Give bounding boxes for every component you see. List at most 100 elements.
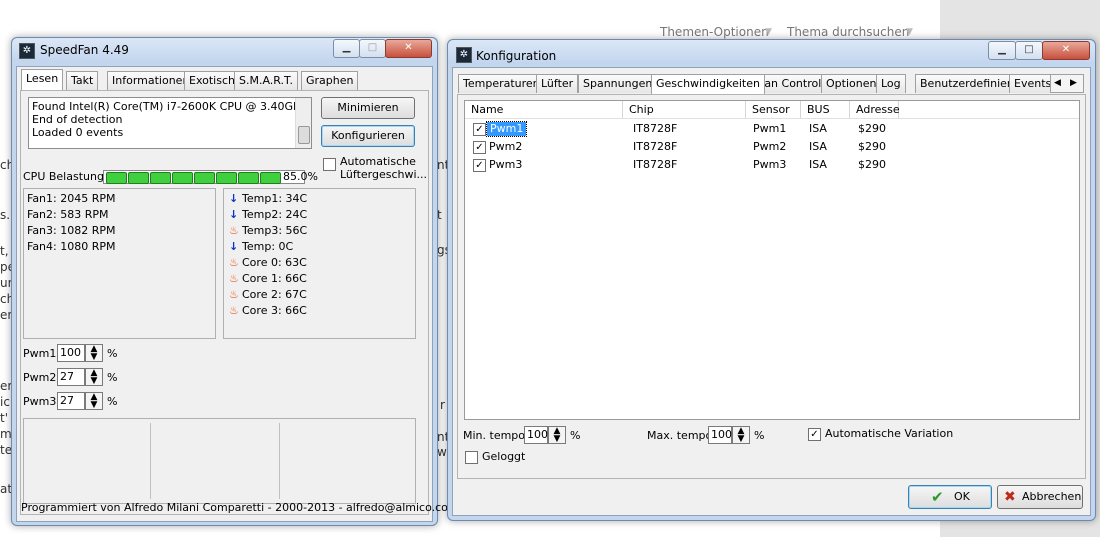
cpu-load-value: 85.0% xyxy=(283,170,318,183)
tab-graphen[interactable]: Graphen xyxy=(301,71,359,90)
pwm-value-input[interactable]: 100 xyxy=(57,344,85,362)
temperature-reading: ♨ Core 1: 66C xyxy=(229,271,307,287)
flame-icon: ♨ xyxy=(229,304,239,317)
row-enabled-checkbox[interactable]: ✓ xyxy=(473,141,486,154)
cpu-load-segment xyxy=(128,172,149,184)
tab-luefter[interactable]: Lüfter xyxy=(536,74,579,93)
browser-top-strip xyxy=(0,0,940,17)
column-header-adresse[interactable]: Adresse xyxy=(850,101,900,118)
max-tempo-input[interactable]: 100 xyxy=(708,426,732,444)
tab-geschwindigkeiten[interactable]: Geschwindigkeiten xyxy=(651,74,765,94)
pwm-spinner[interactable]: ▲ ▼ xyxy=(85,368,103,386)
cpu-load-fill xyxy=(106,172,302,184)
header-divider xyxy=(465,118,1079,119)
config-tab-strip: Temperaturen Lüfter Spannungen Geschwind… xyxy=(458,74,1085,94)
tab-exotisch[interactable]: Exotisch xyxy=(184,71,240,90)
arrow-down-icon: ↓ xyxy=(229,240,239,253)
max-tempo-spinner[interactable]: ▲ ▼ xyxy=(732,426,750,444)
ok-button[interactable]: ✔ OK xyxy=(908,485,992,509)
cpu-load-segment xyxy=(216,172,237,184)
pwm-unit: % xyxy=(107,395,118,408)
column-header-sensor[interactable]: Sensor xyxy=(746,101,801,118)
tab-optionen[interactable]: Optionen xyxy=(821,74,882,93)
cell-addr: $290 xyxy=(858,140,886,153)
table-row[interactable]: ✓ Pwm2 IT8728F Pwm2 ISA $290 xyxy=(465,138,1079,156)
speeds-panel: Name Chip Sensor BUS Adresse ✓ Pwm1 IT8728… xyxy=(457,94,1086,479)
arrow-down-icon: ↓ xyxy=(229,192,239,205)
tab-lesen[interactable]: Lesen xyxy=(21,69,64,90)
pwm-value-input[interactable]: 27 xyxy=(57,368,85,386)
temperature-label: Temp3: 56C xyxy=(242,224,308,237)
minimize-window-button[interactable]: ▁ xyxy=(988,41,1016,60)
column-header-name[interactable]: Name xyxy=(465,101,623,118)
fan-reading: Fan3: 1082 RPM xyxy=(27,224,116,237)
close-window-button[interactable]: ✕ xyxy=(1042,41,1090,60)
cell-chip: IT8728F xyxy=(633,158,678,171)
cpu-load-segment xyxy=(150,172,171,184)
fan-readings-group: Fan1: 2045 RPM Fan2: 583 RPM Fan3: 1082 RP… xyxy=(23,188,216,339)
log-line: Found Intel(R) Core(TM) i7-2600K CPU @ 3… xyxy=(32,100,308,113)
nav-link-thema-durchsuchen[interactable]: Thema durchsuchen xyxy=(787,25,909,39)
tab-takt[interactable]: Takt xyxy=(66,71,99,90)
speedfan-fan-icon: ✲ xyxy=(19,43,35,59)
chevron-right-icon[interactable]: ▶ xyxy=(1070,75,1077,92)
minimize-window-button[interactable]: ▁ xyxy=(333,39,360,58)
temperature-readings-group: ↓ Temp1: 34C ↓ Temp2: 24C ♨ Temp3: 56C ↓ Temp: … xyxy=(223,188,416,339)
speeds-rows: ✓ Pwm1 IT8728F Pwm1 ISA $290 ✓ Pwm2 IT8728F Pwm2 I… xyxy=(465,120,1079,180)
cpu-load-segment xyxy=(194,172,215,184)
graph-area xyxy=(23,418,416,504)
row-enabled-checkbox[interactable]: ✓ xyxy=(473,159,486,172)
column-header-chip[interactable]: Chip xyxy=(623,101,746,118)
cpu-load-segment xyxy=(106,172,127,184)
cancel-button[interactable]: ✖ Abbrechen xyxy=(997,485,1083,509)
min-tempo-spinner[interactable]: ▲ ▼ xyxy=(548,426,566,444)
min-tempo-input[interactable]: 100 xyxy=(524,426,548,444)
maximize-window-button[interactable]: □ xyxy=(1015,41,1043,60)
log-line: End of detection xyxy=(32,113,123,126)
log-textbox[interactable]: Found Intel(R) Core(TM) i7-2600K CPU @ 3… xyxy=(28,97,312,149)
logged-label: Geloggt xyxy=(482,450,526,463)
auto-fan-checkbox[interactable] xyxy=(323,158,336,171)
flame-icon: ♨ xyxy=(229,288,239,301)
minimize-button[interactable]: Minimieren xyxy=(321,97,415,119)
tab-smart[interactable]: S.M.A.R.T. xyxy=(234,71,298,90)
pwm-spinner[interactable]: ▲ ▼ xyxy=(85,344,103,362)
configuration-titlebar[interactable]: ✲ Konfiguration ▁ □ ✕ xyxy=(448,40,1095,64)
column-header-bus[interactable]: BUS xyxy=(801,101,850,118)
table-row[interactable]: ✓ Pwm3 IT8728F Pwm3 ISA $290 xyxy=(465,156,1079,174)
max-tempo-label: Max. tempo xyxy=(647,429,713,442)
pwm-controls: Pwm1: 100 ▲ ▼% Pwm2: 27 ▲ ▼% Pwm3: 27 ▲ ▼% xyxy=(23,344,223,416)
row-enabled-checkbox[interactable]: ✓ xyxy=(473,123,486,136)
nav-link-themen-optionen[interactable]: Themen-Optionen xyxy=(660,25,769,39)
auto-fan-label-line: Lüftergeschwi... xyxy=(340,168,428,181)
chevron-left-icon[interactable]: ◀ xyxy=(1054,75,1061,92)
speedfan-fan-icon: ✲ xyxy=(456,47,472,63)
tab-informationen[interactable]: Informationen xyxy=(107,71,195,90)
temperature-label: Temp2: 24C xyxy=(242,208,308,221)
speedfan-client-area: Lesen Takt Informationen Exotisch S.M.A.… xyxy=(16,66,459,522)
temperature-label: Core 2: 67C xyxy=(242,288,307,301)
pwm-unit: % xyxy=(107,347,118,360)
tab-temperaturen[interactable]: Temperaturen xyxy=(458,74,545,93)
close-window-button[interactable]: ✕ xyxy=(385,39,432,58)
scrollbar-thumb[interactable] xyxy=(298,126,310,144)
pwm-value-input[interactable]: 27 xyxy=(57,392,85,410)
configure-button[interactable]: Konfigurieren xyxy=(321,125,415,147)
auto-variation-label: Automatische Variation xyxy=(825,427,954,440)
tab-benutzerdefiniert[interactable]: Benutzerdefiniert xyxy=(915,74,1021,93)
pwm-spinner[interactable]: ▲ ▼ xyxy=(85,392,103,410)
temperature-reading: ♨ Temp3: 56C xyxy=(229,223,307,239)
speedfan-titlebar[interactable]: ✲ SpeedFan 4.49 ▁ □ ✕ xyxy=(12,38,437,62)
speeds-listview[interactable]: Name Chip Sensor BUS Adresse ✓ Pwm1 IT8728… xyxy=(464,100,1080,420)
temperature-reading: ♨ Core 3: 66C xyxy=(229,303,307,319)
copyright-footer: Programmiert von Alfredo Milani Comparet… xyxy=(21,501,459,514)
table-row[interactable]: ✓ Pwm1 IT8728F Pwm1 ISA $290 xyxy=(465,120,1079,138)
log-scrollbar[interactable] xyxy=(295,98,311,148)
tab-log[interactable]: Log xyxy=(876,74,906,93)
auto-variation-checkbox[interactable]: ✓ xyxy=(808,428,821,441)
fan-list: Fan1: 2045 RPM Fan2: 583 RPM Fan3: 1082 RP… xyxy=(27,191,116,255)
tab-spannungen[interactable]: Spannungen xyxy=(578,74,658,93)
temperature-reading: ↓ Temp2: 24C xyxy=(229,207,307,223)
logged-checkbox[interactable] xyxy=(465,451,478,464)
cell-bus: ISA xyxy=(809,140,827,153)
